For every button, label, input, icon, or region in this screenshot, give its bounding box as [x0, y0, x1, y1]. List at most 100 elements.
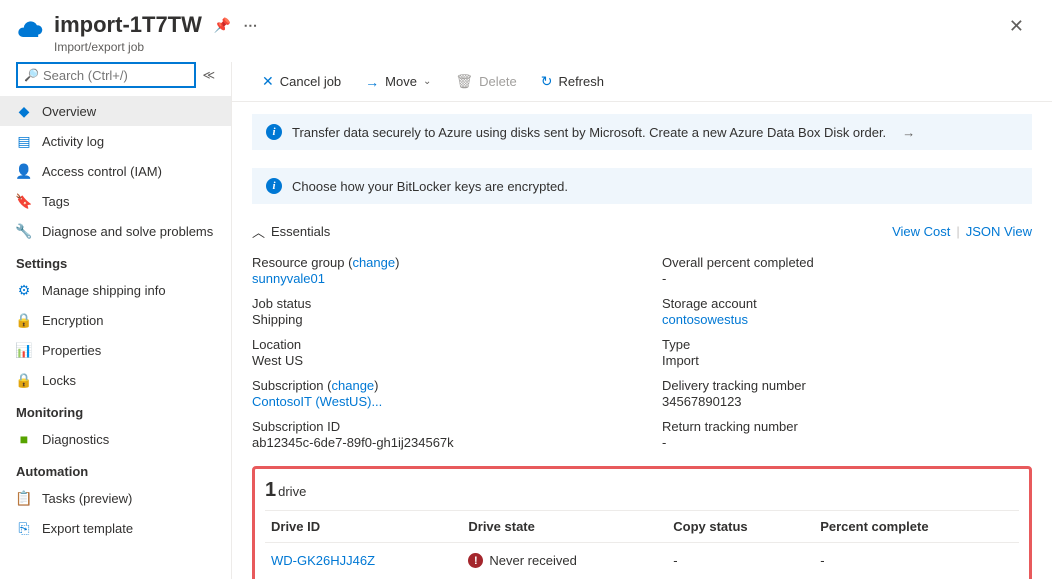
- sidebar-section-automation: Automation: [0, 454, 231, 483]
- percent-complete-value: -: [814, 543, 1019, 573]
- info-banner-bitlocker[interactable]: i Choose how your BitLocker keys are enc…: [252, 168, 1032, 204]
- arrow-right-icon: →: [365, 74, 379, 90]
- activity-log-icon: ▤: [16, 133, 32, 149]
- delete-button: 🗑 Delete: [445, 68, 526, 95]
- page-title: import-1T7TW: [54, 12, 202, 38]
- ess-resource-group: Resource group (change) sunnyvale01: [252, 255, 622, 286]
- search-input[interactable]: [43, 68, 188, 83]
- sidebar-item-label: Activity log: [42, 134, 104, 149]
- chevron-up-icon: ︿: [252, 222, 265, 241]
- export-icon: ⎘: [16, 520, 32, 536]
- diagnostics-icon: ■: [16, 431, 32, 447]
- sidebar-item-activity-log[interactable]: ▤ Activity log: [0, 126, 231, 156]
- drives-table: Drive ID Drive state Copy status Percent…: [265, 510, 1019, 572]
- sidebar-item-label: Diagnostics: [42, 432, 109, 447]
- iam-icon: 👤: [16, 163, 32, 179]
- drives-title: 1drive: [265, 475, 1019, 510]
- banner-text: Transfer data securely to Azure using di…: [292, 125, 886, 140]
- change-sub-link[interactable]: change: [332, 378, 375, 393]
- info-icon: i: [266, 178, 282, 194]
- col-percent-complete: Percent complete: [814, 511, 1019, 543]
- ess-storage-account: Storage account contosowestus: [662, 296, 1032, 327]
- resource-group-link[interactable]: sunnyvale01: [252, 271, 325, 286]
- trash-icon: 🗑: [455, 73, 473, 90]
- sidebar-item-overview[interactable]: ◆ Overview: [0, 96, 231, 126]
- ess-overall-percent: Overall percent completed -: [662, 255, 1032, 286]
- sidebar: 🔍 ≪ ◆ Overview ▤ Activity log 👤 Access c…: [0, 62, 232, 579]
- ess-type: Type Import: [662, 337, 1032, 368]
- diagnose-icon: 🔧: [16, 223, 32, 239]
- search-icon: 🔍: [24, 68, 39, 82]
- x-icon: ✕: [262, 73, 274, 90]
- sidebar-item-tasks[interactable]: 📋 Tasks (preview): [0, 483, 231, 513]
- view-cost-link[interactable]: View Cost: [892, 224, 950, 239]
- main-content: ✕ Cancel job → Move ⌄ 🗑 Delete ↻ Refresh…: [232, 62, 1052, 579]
- overview-icon: ◆: [16, 103, 32, 119]
- error-icon: !: [468, 553, 483, 568]
- properties-icon: 📊: [16, 342, 32, 358]
- info-icon: i: [266, 124, 282, 140]
- sidebar-item-shipping-info[interactable]: ⚙ Manage shipping info: [0, 275, 231, 305]
- info-banner-databox[interactable]: i Transfer data securely to Azure using …: [252, 114, 1032, 150]
- drive-id-link[interactable]: WD-GK26HJJ46Z: [271, 553, 375, 568]
- essentials-toggle[interactable]: ︿ Essentials: [252, 222, 330, 241]
- col-copy-status: Copy status: [667, 511, 814, 543]
- close-icon[interactable]: ✕: [1001, 12, 1032, 41]
- col-drive-id: Drive ID: [265, 511, 462, 543]
- sidebar-nav: ◆ Overview ▤ Activity log 👤 Access contr…: [0, 96, 231, 579]
- banner-text: Choose how your BitLocker keys are encry…: [292, 179, 568, 194]
- cancel-job-button[interactable]: ✕ Cancel job: [252, 68, 351, 95]
- move-button[interactable]: → Move ⌄: [355, 69, 441, 95]
- sidebar-item-label: Export template: [42, 521, 133, 536]
- tasks-icon: 📋: [16, 490, 32, 506]
- refresh-icon: ↻: [541, 73, 553, 90]
- sidebar-item-label: Access control (IAM): [42, 164, 162, 179]
- search-input-wrapper[interactable]: 🔍: [16, 62, 196, 88]
- sidebar-item-diagnose[interactable]: 🔧 Diagnose and solve problems: [0, 216, 231, 246]
- sidebar-item-label: Manage shipping info: [42, 283, 166, 298]
- sidebar-item-label: Overview: [42, 104, 96, 119]
- cloud-upload-icon: [16, 16, 44, 44]
- sidebar-item-locks[interactable]: 🔒 Locks: [0, 365, 231, 395]
- sidebar-item-access-control[interactable]: 👤 Access control (IAM): [0, 156, 231, 186]
- collapse-sidebar-icon[interactable]: ≪: [202, 68, 215, 82]
- col-drive-state: Drive state: [462, 511, 667, 543]
- sidebar-item-label: Locks: [42, 373, 76, 388]
- sidebar-item-label: Tags: [42, 194, 69, 209]
- drives-section: 1drive Drive ID Drive state Copy status …: [252, 466, 1032, 579]
- ess-subscription: Subscription (change) ContosoIT (WestUS)…: [252, 378, 622, 409]
- tags-icon: 🔖: [16, 193, 32, 209]
- subscription-link[interactable]: ContosoIT (WestUS)...: [252, 394, 382, 409]
- sidebar-item-export-template[interactable]: ⎘ Export template: [0, 513, 231, 543]
- ess-return-tracking: Return tracking number -: [662, 419, 1032, 450]
- sidebar-item-tags[interactable]: 🔖 Tags: [0, 186, 231, 216]
- copy-status-value: -: [667, 543, 814, 573]
- lock-icon: 🔒: [16, 312, 32, 328]
- toolbar: ✕ Cancel job → Move ⌄ 🗑 Delete ↻ Refresh: [232, 62, 1052, 102]
- pin-icon[interactable]: 📌: [214, 17, 231, 34]
- blade-header: import-1T7TW 📌 ⋯ Import/export job ✕: [0, 0, 1052, 62]
- refresh-button[interactable]: ↻ Refresh: [531, 68, 614, 95]
- essentials-grid: Resource group (change) sunnyvale01 Over…: [252, 247, 1032, 466]
- sidebar-item-diagnostics[interactable]: ■ Diagnostics: [0, 424, 231, 454]
- drive-state-value: Never received: [489, 553, 576, 568]
- sidebar-item-encryption[interactable]: 🔒 Encryption: [0, 305, 231, 335]
- arrow-right-icon: →: [902, 125, 915, 140]
- locks-icon: 🔒: [16, 372, 32, 388]
- sidebar-item-label: Encryption: [42, 313, 103, 328]
- sidebar-item-label: Tasks (preview): [42, 491, 132, 506]
- change-rg-link[interactable]: change: [352, 255, 395, 270]
- sidebar-section-monitoring: Monitoring: [0, 395, 231, 424]
- more-icon[interactable]: ⋯: [243, 17, 257, 34]
- storage-account-link[interactable]: contosowestus: [662, 312, 748, 327]
- ess-location: Location West US: [252, 337, 622, 368]
- sidebar-item-properties[interactable]: 📊 Properties: [0, 335, 231, 365]
- sidebar-section-settings: Settings: [0, 246, 231, 275]
- ess-delivery-tracking: Delivery tracking number 34567890123: [662, 378, 1032, 409]
- ess-subscription-id: Subscription ID ab12345c-6de7-89f0-gh1ij…: [252, 419, 622, 450]
- gear-icon: ⚙: [16, 282, 32, 298]
- sidebar-item-label: Diagnose and solve problems: [42, 224, 213, 239]
- chevron-down-icon: ⌄: [423, 76, 431, 87]
- page-subtitle: Import/export job: [54, 40, 1001, 54]
- json-view-link[interactable]: JSON View: [966, 224, 1032, 239]
